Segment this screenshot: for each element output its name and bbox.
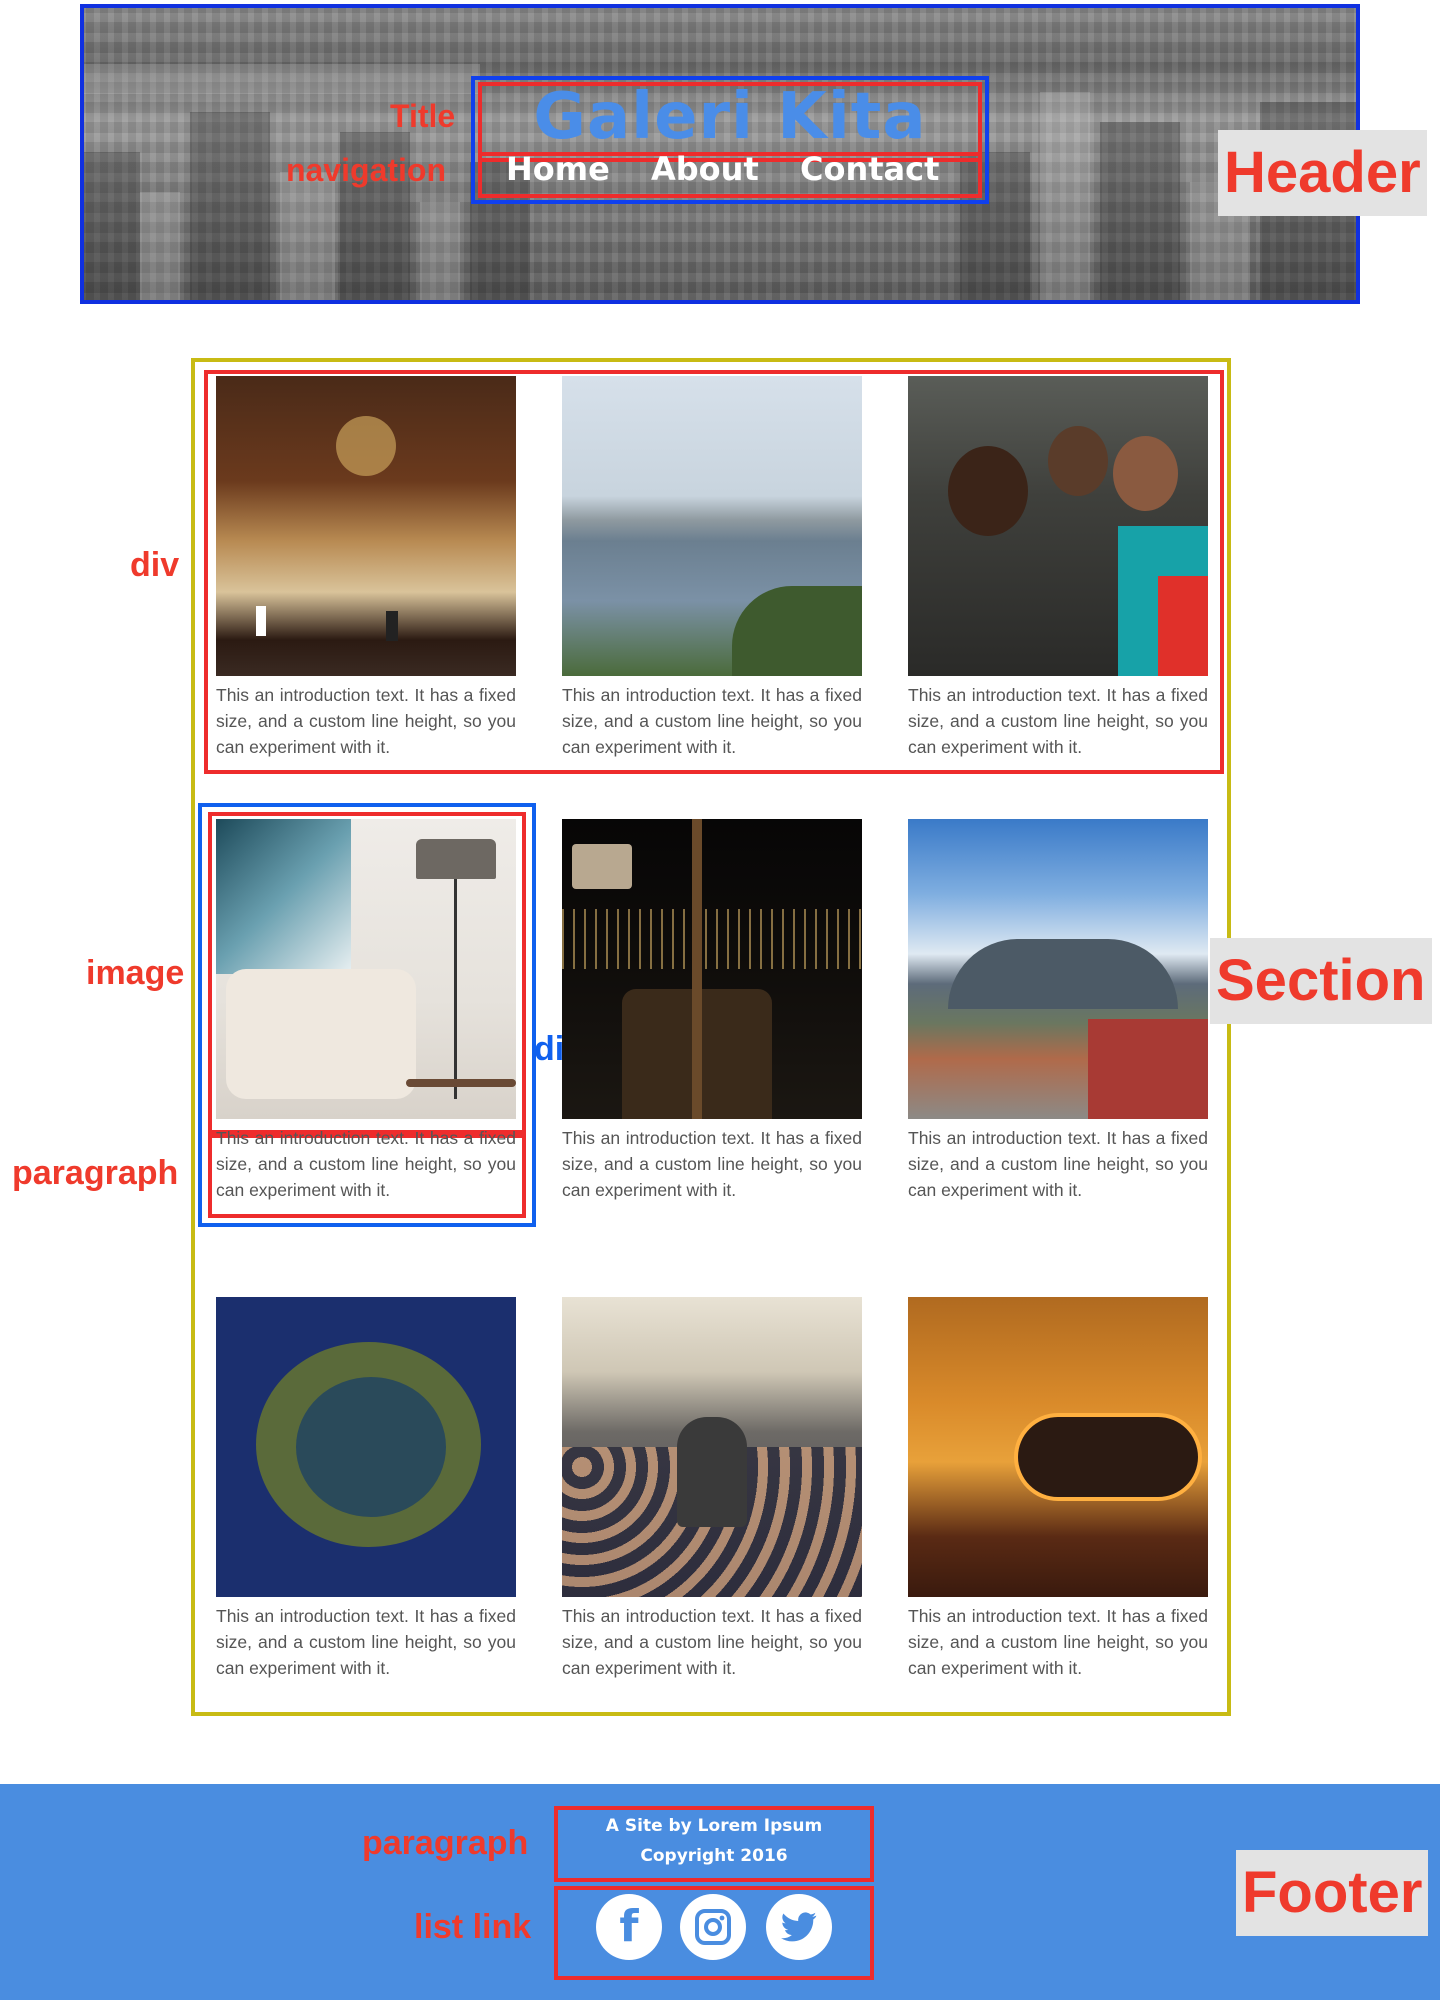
annotation-paragraph: paragraph (12, 1154, 179, 1192)
facebook-link[interactable]: f (596, 1894, 662, 1960)
card-paragraph: This an introduction text. It has a fixe… (908, 685, 1208, 757)
annotation-image: image (86, 954, 185, 992)
group-portrait-photo (908, 376, 1208, 676)
card-paragraph: This an introduction text. It has a fixe… (562, 685, 862, 757)
volcano-town-photo (908, 819, 1208, 1119)
crowd-selfie-photo (562, 1297, 862, 1597)
card-paragraph: This an introduction text. It has a fixe… (216, 1606, 516, 1678)
annotation-navigation: navigation (286, 152, 447, 188)
annotation-div-row: div (130, 546, 180, 584)
sunset-cloud-photo (908, 1297, 1208, 1597)
site-title: Galeri Kita (533, 80, 927, 154)
card-paragraph: This an introduction text. It has a fixe… (562, 1128, 862, 1200)
annotation-header: Header (1218, 130, 1427, 216)
hotel-lobby-photo (216, 376, 516, 676)
nav-link-contact[interactable]: Contact (800, 150, 939, 188)
nav-link-about[interactable]: About (651, 150, 759, 188)
lake-city-view-photo (562, 376, 862, 676)
card-paragraph: This an introduction text. It has a fixe… (216, 1128, 516, 1200)
instagram-icon (695, 1909, 731, 1945)
annotation-footer-paragraph: paragraph (362, 1824, 529, 1862)
twitter-icon (781, 1912, 817, 1942)
footer-credit: A Site by Lorem Ipsum (605, 1816, 823, 1836)
card-paragraph: This an introduction text. It has a fixe… (216, 685, 516, 757)
twitter-link[interactable] (766, 1894, 832, 1960)
card-paragraph: This an introduction text. It has a fixe… (562, 1606, 862, 1678)
annotation-title: Title (390, 98, 456, 134)
annotation-footer: Footer (1236, 1850, 1429, 1936)
night-balcony-photo (562, 819, 862, 1119)
card-paragraph: This an introduction text. It has a fixe… (908, 1128, 1208, 1200)
footer-copyright: Copyright 2016 (640, 1846, 788, 1866)
annotation-list-link: list link (414, 1908, 532, 1946)
nav-link-home[interactable]: Home (506, 150, 610, 188)
island-crater-photo (216, 1297, 516, 1597)
facebook-icon: f (619, 1901, 639, 1952)
living-room-photo (216, 819, 516, 1119)
annotation-section: Section (1210, 938, 1432, 1024)
card-paragraph: This an introduction text. It has a fixe… (908, 1606, 1208, 1678)
instagram-link[interactable] (680, 1894, 746, 1960)
